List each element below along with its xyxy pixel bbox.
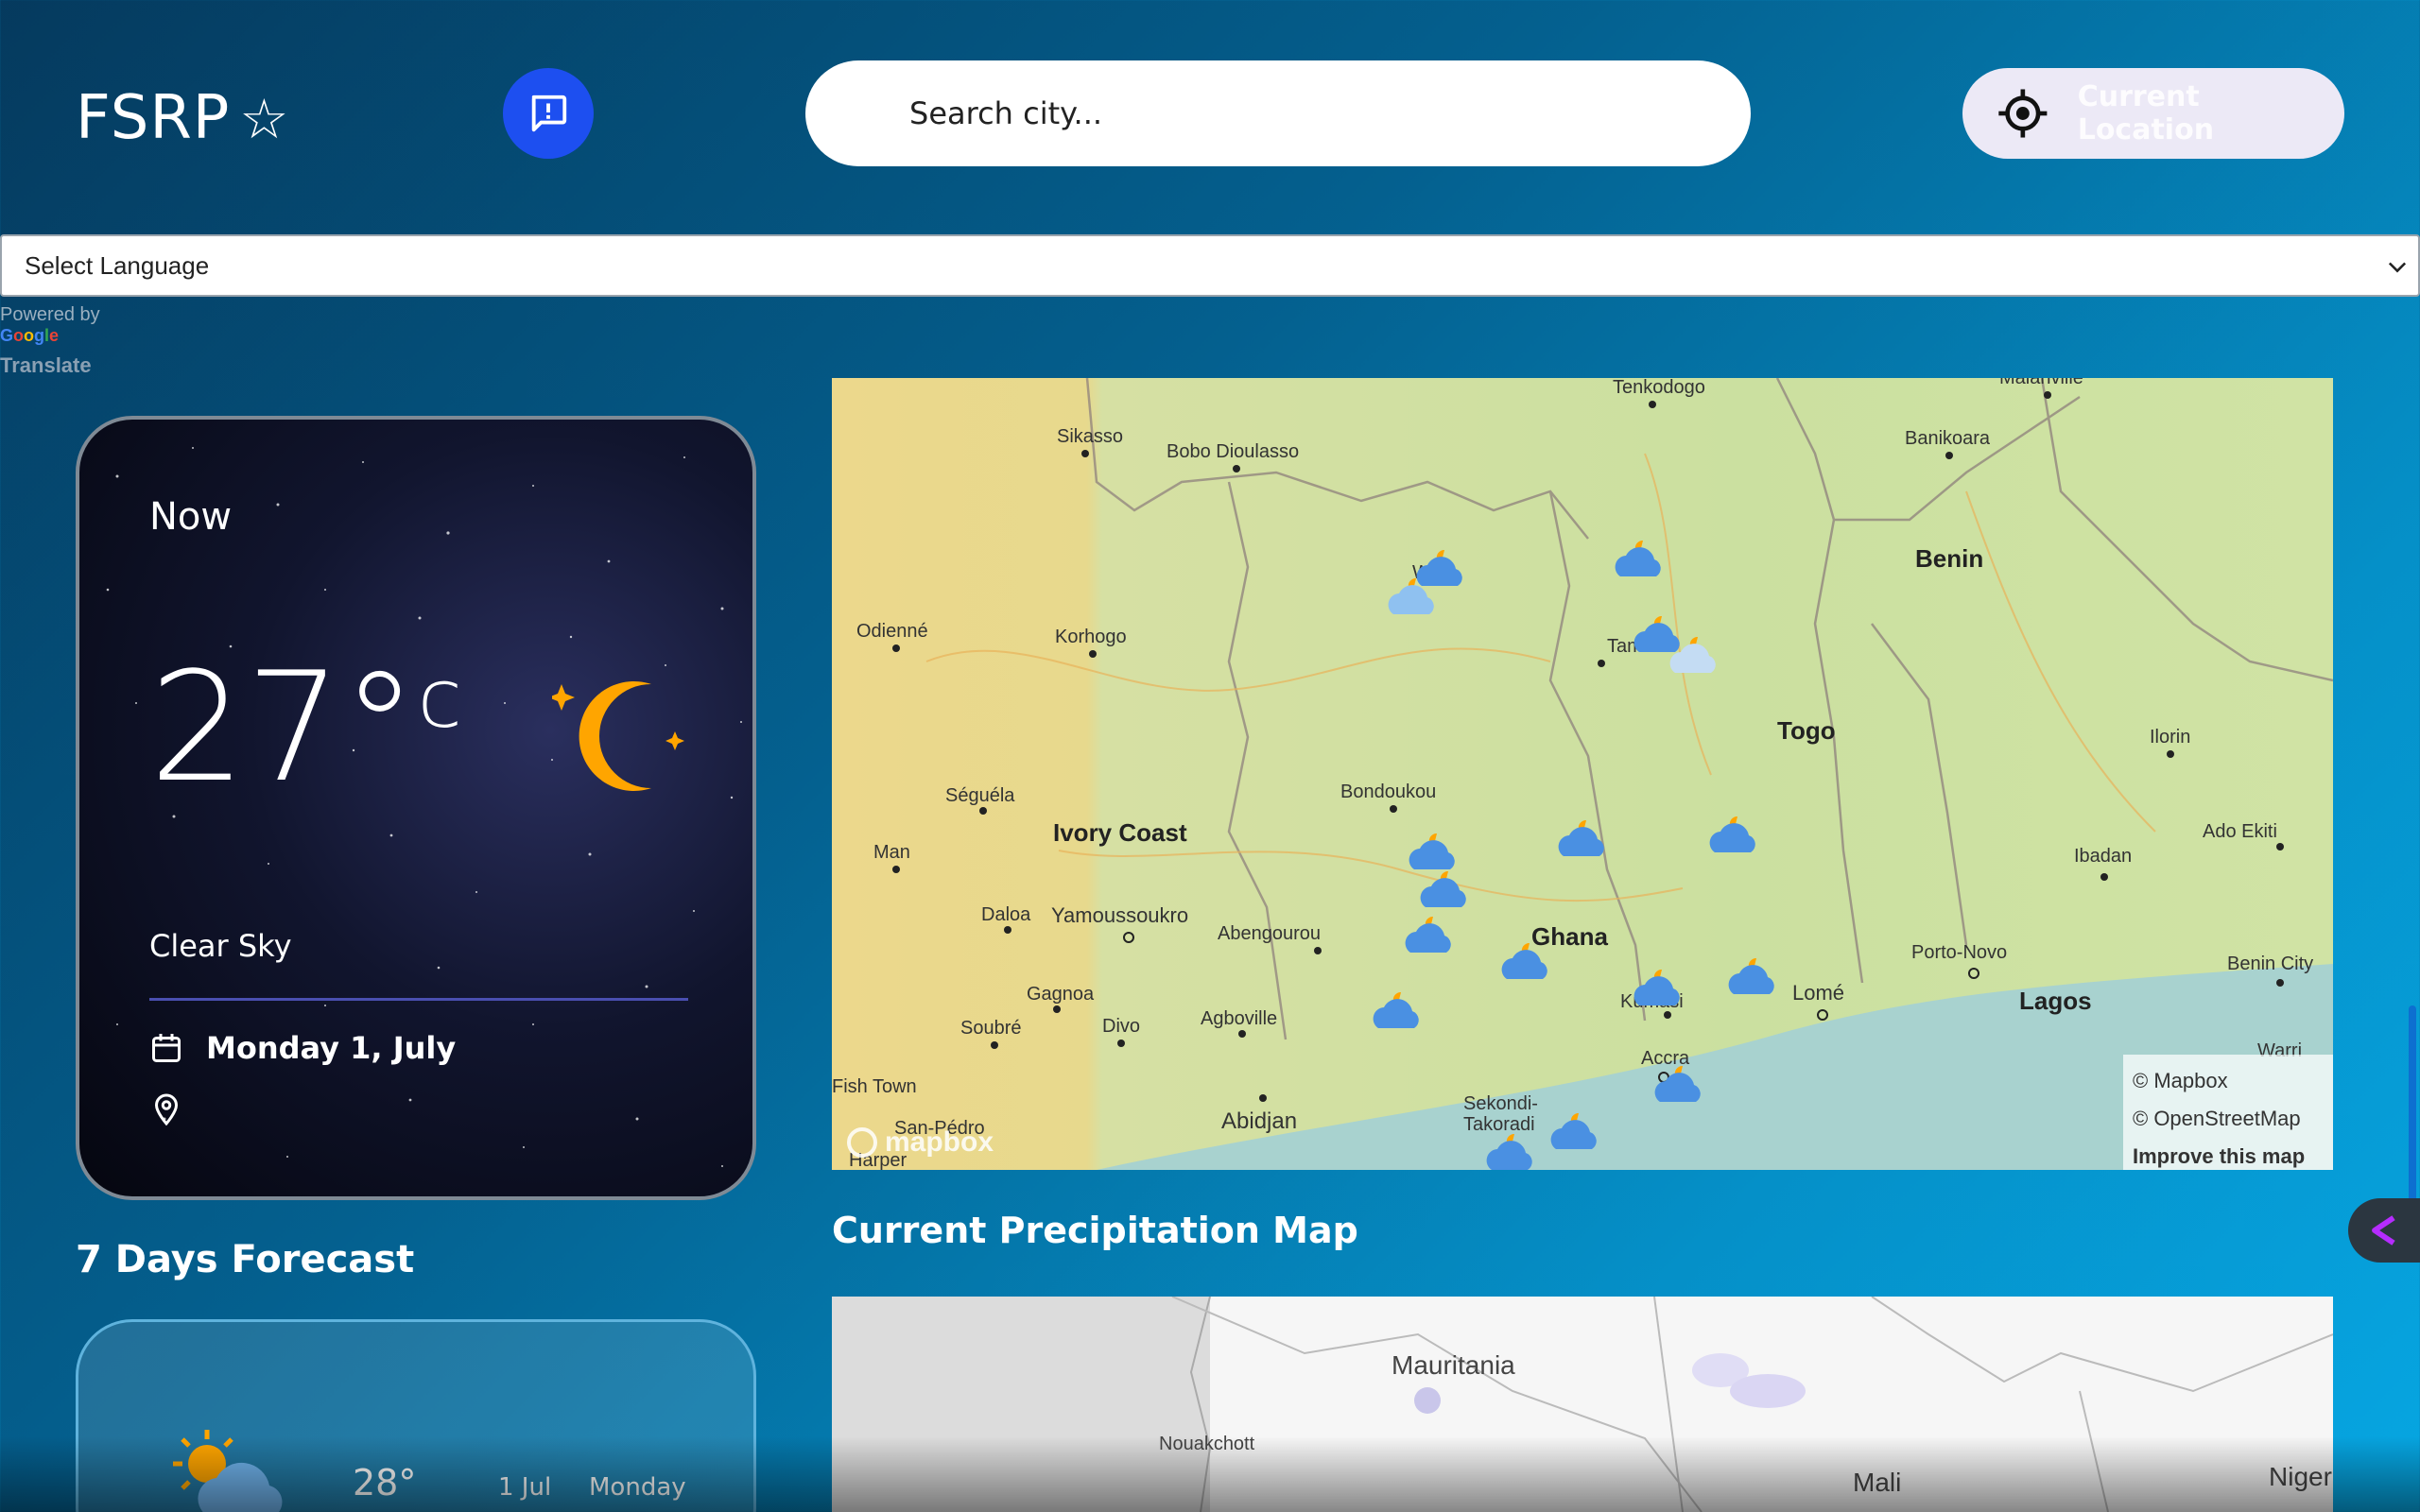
moon-icon: [552, 681, 684, 791]
calendar-icon: [152, 1034, 181, 1062]
map-label-togo: Togo: [1777, 716, 1836, 745]
weather-map[interactable]: Tenkodogo Malanville Sikasso Bobo Dioula…: [832, 378, 2333, 1170]
map-label-fish-town: Fish Town: [832, 1076, 917, 1097]
map-label-benin: Benin: [1915, 544, 1983, 573]
precip-label-mali: Mali: [1853, 1468, 1901, 1497]
language-select[interactable]: Select Language: [0, 234, 2420, 297]
logo[interactable]: FSRP ☆: [76, 83, 289, 153]
map-canvas: Tenkodogo Malanville Sikasso Bobo Dioula…: [832, 378, 2333, 1170]
mapbox-logo-text: mapbox: [885, 1126, 994, 1158]
mapbox-logo[interactable]: mapbox: [847, 1126, 994, 1159]
forecast-card: 28° 1 Jul Monday: [76, 1319, 756, 1512]
powered-by-text: Powered by: [0, 304, 100, 325]
temperature-value: 27°: [149, 639, 418, 816]
map-label-ghana: Ghana: [1531, 922, 1608, 951]
map-label-abengourou: Abengourou: [1218, 923, 1321, 944]
precipitation-map-title: Current Precipitation Map: [832, 1210, 1358, 1251]
precip-label-niger: Niger: [2269, 1462, 2332, 1491]
map-label-daloa: Daloa: [981, 904, 1031, 925]
map-label-ado-ekiti: Ado Ekiti: [2203, 821, 2277, 842]
header: FSRP☆ Current Location: [0, 0, 2420, 227]
forecast-title: 7 Days Forecast: [76, 1238, 415, 1281]
current-location-button[interactable]: Current Location: [1962, 68, 2344, 159]
map-label-malanville: Malanville: [1999, 378, 2083, 388]
search-input[interactable]: [909, 60, 1722, 166]
map-label-accra: Accra: [1641, 1048, 1690, 1069]
map-label-abidjan: Abidjan: [1221, 1108, 1297, 1134]
map-label-ilorin: Ilorin: [2150, 727, 2190, 747]
map-label-korhogo: Korhogo: [1055, 627, 1127, 647]
map-label-sikasso: Sikasso: [1057, 426, 1123, 447]
map-label-bondoukou: Bondoukou: [1340, 782, 1436, 802]
map-label-seguela: Séguéla: [945, 785, 1015, 806]
location-row: [149, 1092, 183, 1130]
map-label-gagnoa: Gagnoa: [1027, 984, 1095, 1005]
date-row: Monday 1, July: [149, 1030, 456, 1066]
map-label-takoradi: Takoradi: [1463, 1114, 1535, 1135]
map-label-bobo-dioulasso: Bobo Dioulasso: [1167, 441, 1299, 462]
current-temperature: 27°c: [149, 639, 462, 816]
translate-link[interactable]: Translate: [0, 355, 100, 376]
google-logo: Google: [0, 326, 60, 345]
precip-map-canvas: Mauritania Nouakchott Mali Niger: [832, 1297, 2333, 1512]
map-pin-icon: [154, 1093, 179, 1126]
mapbox-logo-icon: [847, 1127, 877, 1158]
current-location-label: Current Location: [2077, 80, 2215, 146]
precip-label-mauritania: Mauritania: [1392, 1350, 1515, 1380]
feedback-icon: [531, 94, 567, 132]
search-box: [805, 60, 1751, 166]
map-label-lome: Lomé: [1792, 981, 1844, 1005]
side-widget-button[interactable]: [2348, 1198, 2420, 1263]
feedback-button[interactable]: [503, 68, 594, 159]
precip-label-nouakchott: Nouakchott: [1159, 1434, 1255, 1454]
weather-description: Clear Sky: [149, 928, 292, 964]
crosshair-icon: [1998, 89, 2048, 138]
map-attribution: © Mapbox © OpenStreetMap Improve this ma…: [2123, 1055, 2333, 1170]
map-label-porto-novo: Porto-Novo: [1911, 942, 2007, 963]
map-label-divo: Divo: [1102, 1016, 1140, 1037]
map-label-ibadan: Ibadan: [2074, 846, 2132, 867]
map-label-agboville: Agboville: [1201, 1008, 1277, 1029]
forecast-day: Monday: [589, 1473, 686, 1502]
logo-text: FSRP: [76, 83, 231, 153]
attribution-mapbox[interactable]: © Mapbox: [2133, 1062, 2324, 1100]
forecast-temp: 28°: [353, 1462, 417, 1503]
temperature-unit: c: [417, 652, 462, 747]
star-icon: ☆: [239, 87, 290, 151]
chevron-down-icon: [2388, 262, 2407, 273]
map-label-odienne: Odienné: [856, 621, 928, 642]
attribution-osm[interactable]: © OpenStreetMap: [2133, 1100, 2324, 1138]
map-label-yamoussoukro: Yamoussoukro: [1051, 903, 1188, 927]
map-label-man: Man: [873, 842, 910, 863]
map-label-tenkodogo: Tenkodogo: [1613, 378, 1705, 398]
improve-map-link[interactable]: Improve this map: [2133, 1138, 2324, 1170]
map-label-soubre: Soubré: [960, 1018, 1022, 1039]
now-label: Now: [149, 495, 233, 539]
chevron-left-icon: [2372, 1215, 2395, 1246]
precipitation-map[interactable]: Mauritania Nouakchott Mali Niger: [832, 1297, 2333, 1512]
language-select-value: Select Language: [25, 250, 210, 280]
current-date: Monday 1, July: [206, 1030, 457, 1066]
map-label-banikoara: Banikoara: [1905, 428, 1991, 449]
map-label-sekondi: Sekondi-: [1463, 1093, 1538, 1114]
current-weather-card: Now 27°c Clear Sky Monday 1, July: [76, 416, 756, 1200]
map-label-benin-city: Benin City: [2227, 954, 2313, 974]
google-translate-attribution: Powered by Google Translate: [0, 304, 100, 376]
map-label-ivory-coast: Ivory Coast: [1053, 818, 1187, 847]
forecast-date: 1 Jul: [498, 1473, 552, 1502]
divider: [149, 998, 688, 1001]
map-label-lagos: Lagos: [2019, 987, 2092, 1015]
partly-cloudy-icon: [173, 1430, 283, 1512]
